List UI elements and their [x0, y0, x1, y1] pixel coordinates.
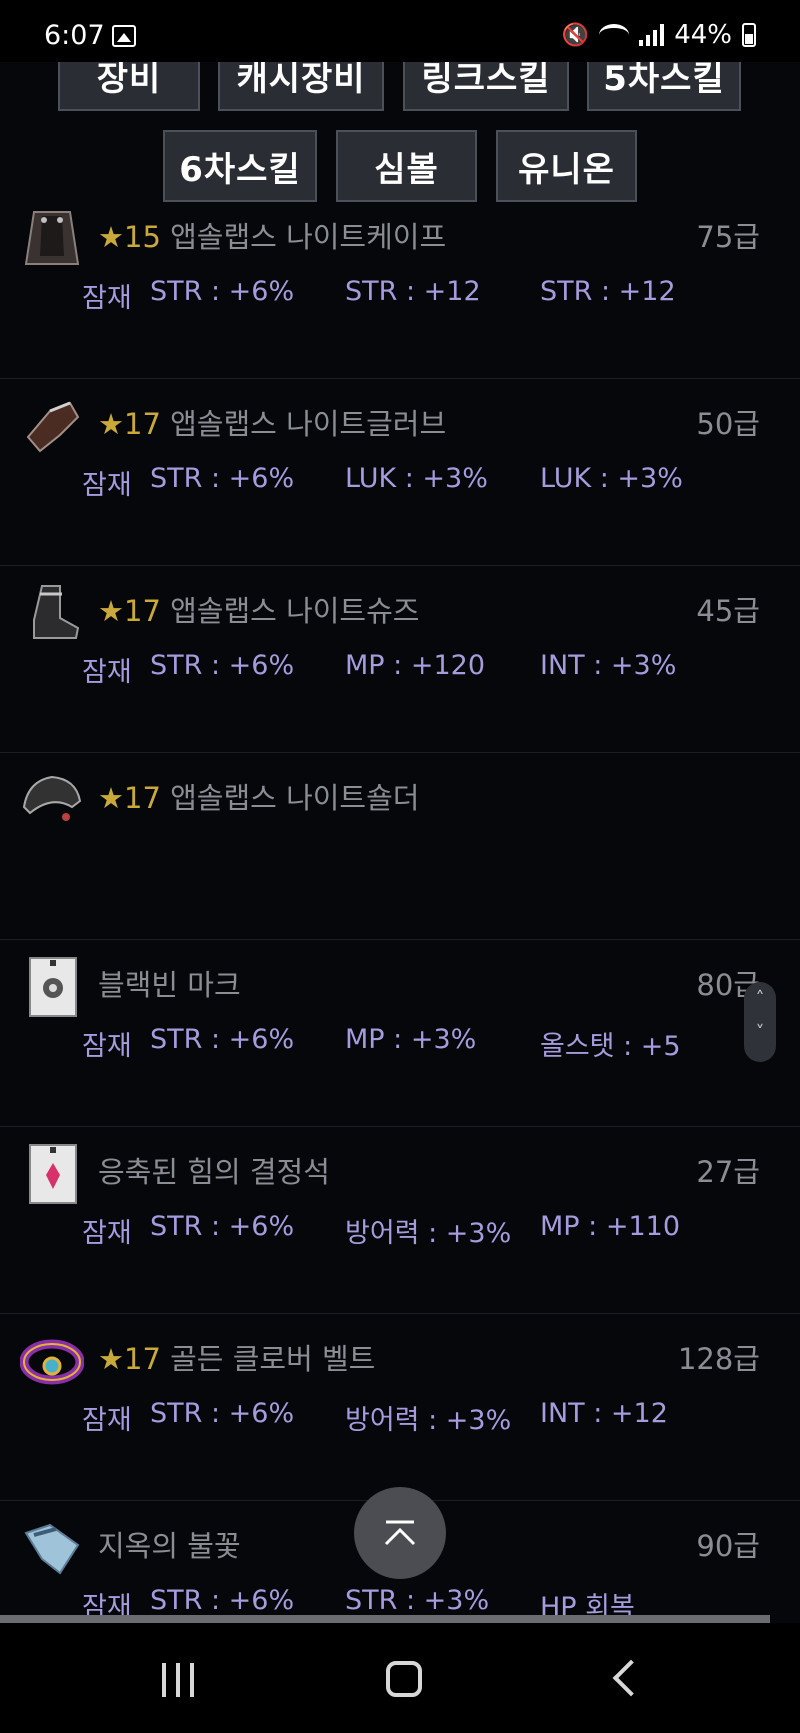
- back-icon[interactable]: [612, 1659, 650, 1697]
- potential-line-2: STR : +3%: [345, 1585, 490, 1616]
- item-name: ★17 골든 클로버 벨트: [98, 1336, 375, 1378]
- potential-line-3: 올스탯 : +5: [540, 1031, 681, 1062]
- wifi-icon: [599, 24, 630, 46]
- item-name-text: 골든 클로버 벨트: [170, 1342, 376, 1376]
- list-item[interactable]: 블랙빈 마크 80급 잠재 STR : +6% MP : +3% 올스탯 : +…: [0, 940, 800, 1127]
- potential-line-1: STR : +6%: [150, 1398, 295, 1429]
- battery-icon: [742, 23, 756, 47]
- item-name: 응축된 힘의 결정석: [98, 1149, 330, 1191]
- star-force: ★15: [98, 220, 161, 254]
- list-item[interactable]: ★17 골든 클로버 벨트 128급 잠재 STR : +6% 방어력 : +3…: [0, 1314, 800, 1501]
- item-name-text: 앱솔랩스 나이트슈즈: [170, 594, 420, 628]
- star-force: ★17: [98, 781, 161, 815]
- potential-line-2: MP : +3%: [345, 1024, 477, 1055]
- belt-icon: [20, 1339, 84, 1385]
- potential-line-1: STR : +6%: [150, 1585, 295, 1616]
- status-icons: 🔇 44%: [562, 20, 756, 50]
- potential-label: 잠재: [82, 1405, 132, 1436]
- potential-line-3: INT : +12: [540, 1398, 668, 1429]
- chevron-down-icon: ˅: [755, 1022, 765, 1043]
- potential-label: 잠재: [82, 283, 132, 314]
- item-grade: 128급: [677, 1342, 760, 1376]
- item-name-text: 앱솔랩스 나이트케이프: [170, 220, 447, 254]
- item-grade: 90급: [696, 1529, 760, 1563]
- gallery-notification-icon: [112, 25, 136, 47]
- shoulder-icon: [22, 775, 82, 821]
- item-name: 지옥의 불꽃: [98, 1523, 241, 1565]
- potential-label: 잠재: [82, 1218, 132, 1249]
- potential-line-2: 방어력 : +3%: [345, 1405, 512, 1436]
- star-force: ★17: [98, 1342, 161, 1376]
- potential-line-2: MP : +120: [345, 650, 485, 681]
- item-name: ★17 앱솔랩스 나이트글러브: [98, 401, 446, 443]
- potential-label: 잠재: [82, 1031, 132, 1062]
- clock: 6:07: [44, 20, 105, 51]
- cape-icon: [24, 211, 80, 265]
- item-grade: 75급: [696, 220, 760, 254]
- badge-icon: [29, 957, 77, 1017]
- item-name-text: 블랙빈 마크: [98, 968, 241, 1002]
- potential-line-1: STR : +6%: [150, 463, 295, 494]
- potential-line-2: STR : +12: [345, 276, 481, 307]
- recent-apps-icon[interactable]: [162, 1663, 194, 1697]
- star-force: ★17: [98, 407, 161, 441]
- scroll-to-top-button[interactable]: [354, 1487, 446, 1579]
- glove-icon: [26, 401, 80, 453]
- potential-line-1: STR : +6%: [150, 1024, 295, 1055]
- item-name-text: 응축된 힘의 결정석: [98, 1155, 330, 1189]
- mute-icon: 🔇: [561, 22, 590, 48]
- item-name-text: 앱솔랩스 나이트숄더: [170, 781, 420, 815]
- item-name-text: 지옥의 불꽃: [98, 1529, 241, 1563]
- item-name: ★15 앱솔랩스 나이트케이프: [98, 214, 446, 256]
- potential-label: 잠재: [82, 470, 132, 501]
- arrow-up-icon: [384, 1520, 416, 1546]
- shoe-icon: [33, 585, 80, 639]
- potential-line-3: MP : +110: [540, 1211, 680, 1242]
- scroll-handle[interactable]: ˄ ˅: [744, 982, 776, 1062]
- crystal-icon: [29, 1144, 77, 1204]
- navigation-bar: [0, 1623, 800, 1733]
- potential-line-1: STR : +6%: [150, 276, 295, 307]
- potential-line-3: LUK : +3%: [540, 463, 683, 494]
- potential-line-1: STR : +6%: [150, 1211, 295, 1242]
- list-item[interactable]: 응축된 힘의 결정석 27급 잠재 STR : +6% 방어력 : +3% MP…: [0, 1127, 800, 1314]
- potential-line-2: LUK : +3%: [345, 463, 488, 494]
- item-name-text: 앱솔랩스 나이트글러브: [170, 407, 447, 441]
- status-bar: 6:07 🔇 44%: [0, 0, 800, 62]
- item-name: ★17 앱솔랩스 나이트슈즈: [98, 588, 419, 630]
- home-icon[interactable]: [386, 1661, 422, 1697]
- item-grade: 50급: [696, 407, 760, 441]
- list-item[interactable]: ★17 앱솔랩스 나이트슈즈 45급 잠재 STR : +6% MP : +12…: [0, 566, 800, 753]
- list-item[interactable]: ★17 앱솔랩스 나이트숄더: [0, 753, 800, 940]
- item-grade: 45급: [696, 594, 760, 628]
- horizontal-scrollbar[interactable]: [0, 1615, 770, 1623]
- potential-line-3: STR : +12: [540, 276, 676, 307]
- item-name: 블랙빈 마크: [98, 962, 241, 1004]
- item-name: ★17 앱솔랩스 나이트숄더: [98, 775, 419, 817]
- star-force: ★17: [98, 594, 161, 628]
- list-item[interactable]: ★15 앱솔랩스 나이트케이프 75급 잠재 STR : +6% STR : +…: [0, 192, 800, 379]
- potential-line-1: STR : +6%: [150, 650, 295, 681]
- chevron-up-icon: ˄: [755, 988, 765, 1009]
- item-grade: 27급: [696, 1155, 760, 1189]
- signal-icon: [639, 24, 665, 46]
- list-item[interactable]: ★17 앱솔랩스 나이트글러브 50급 잠재 STR : +6% LUK : +…: [0, 379, 800, 566]
- potential-label: 잠재: [82, 657, 132, 688]
- potential-line-2: 방어력 : +3%: [345, 1218, 512, 1249]
- flame-icon: [24, 1523, 80, 1575]
- potential-line-3: INT : +3%: [540, 650, 677, 681]
- battery-percent: 44%: [674, 20, 732, 50]
